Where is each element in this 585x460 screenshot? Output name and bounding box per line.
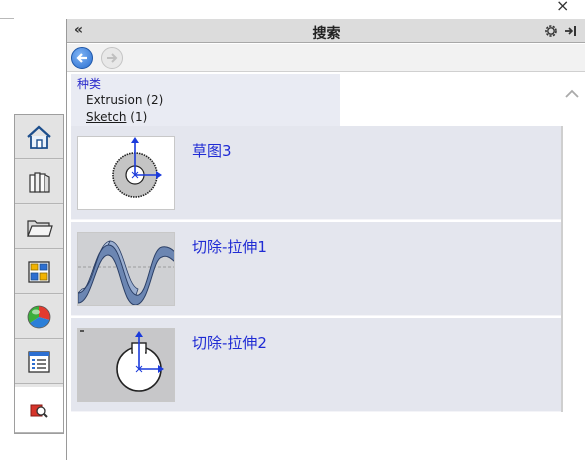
list-item[interactable]: 草图3	[71, 126, 561, 220]
keyed-circle-thumbnail	[77, 328, 175, 402]
tab-design-library[interactable]	[15, 160, 63, 204]
custom-properties-icon	[28, 350, 50, 373]
appearances-icon	[27, 305, 51, 328]
scroll-up-icon[interactable]	[564, 89, 580, 99]
forward-button[interactable]	[101, 47, 123, 69]
window-close-icon[interactable]: ×	[556, 0, 569, 15]
search-results-list: 草图3 切除-拉伸1 切除-拉伸2	[71, 126, 561, 412]
category-item-extrusion[interactable]: Extrusion (2)	[86, 93, 163, 107]
wave-surface-thumbnail	[77, 232, 175, 306]
pane-header: « 搜索	[67, 19, 585, 43]
tab-search-results[interactable]	[15, 387, 63, 433]
file-explorer-icon	[27, 219, 53, 237]
task-pane-tab-strip	[14, 114, 64, 434]
list-item[interactable]: 切除-拉伸1	[71, 222, 561, 316]
result-label[interactable]: 切除-拉伸2	[192, 332, 267, 353]
tab-custom-properties[interactable]	[15, 340, 63, 384]
back-button[interactable]	[71, 47, 93, 69]
sketch-gear-thumbnail	[77, 136, 175, 210]
tab-home[interactable]	[15, 115, 63, 159]
solidworks-task-pane-window: × « 搜索 种类 Extrusion (2) Sketch (1) 草图3 切…	[0, 0, 585, 460]
navigation-bar	[67, 44, 585, 72]
category-item-sketch[interactable]: Sketch (1)	[86, 110, 147, 124]
pane-title: 搜索	[312, 26, 341, 42]
pin-icon[interactable]	[564, 24, 578, 38]
arrow-left-icon	[76, 53, 87, 63]
category-title: 种类	[77, 77, 102, 91]
tab-file-explorer[interactable]	[15, 205, 63, 249]
category-item-sketch-link[interactable]: Sketch	[86, 110, 126, 124]
result-label[interactable]: 切除-拉伸1	[192, 236, 267, 257]
vertical-scrollbar[interactable]	[561, 126, 563, 412]
search-task-pane: « 搜索 种类 Extrusion (2) Sketch (1) 草图3 切除-…	[66, 19, 585, 460]
search-results-icon	[30, 404, 48, 418]
tab-view-palette[interactable]	[15, 250, 63, 294]
category-item-sketch-count: (1)	[130, 110, 148, 124]
result-label[interactable]: 草图3	[192, 140, 232, 161]
tab-appearances[interactable]	[15, 295, 63, 339]
view-palette-icon	[28, 260, 50, 283]
window-divider	[0, 18, 14, 19]
design-library-icon	[29, 171, 50, 193]
list-item[interactable]: 切除-拉伸2	[71, 318, 561, 412]
gear-icon[interactable]	[543, 23, 559, 39]
arrow-right-icon	[107, 53, 118, 63]
category-filter: 种类 Extrusion (2) Sketch (1)	[71, 74, 340, 126]
home-icon	[27, 125, 51, 149]
